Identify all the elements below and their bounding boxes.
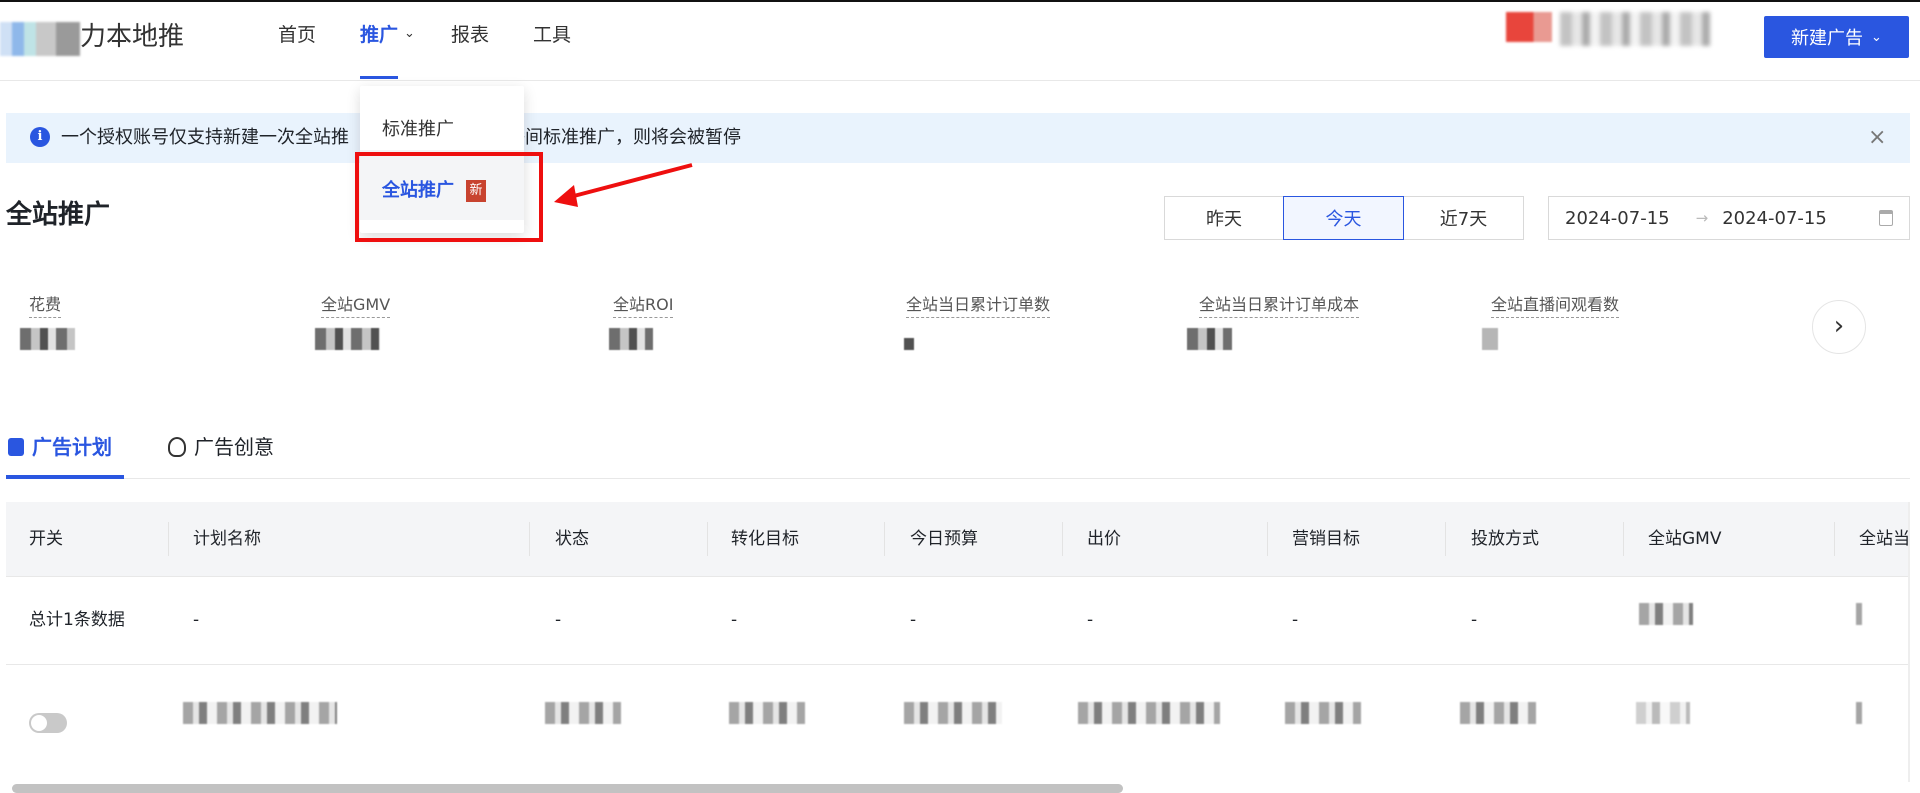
summary-cell: -	[555, 610, 562, 630]
info-icon: i	[30, 127, 50, 147]
summary-cell: -	[1292, 610, 1299, 630]
col-conversion-goal[interactable]: 转化目标	[731, 527, 799, 551]
redacted-value	[315, 328, 380, 350]
column-divider	[168, 522, 169, 556]
column-divider	[1445, 522, 1446, 556]
column-divider	[1834, 522, 1835, 556]
page-title: 全站推广	[6, 200, 111, 230]
chevron-right-icon: ›	[1833, 311, 1845, 341]
menu-item-standard-promotion[interactable]: 标准推广	[382, 117, 454, 143]
tab-label: 广告创意	[194, 435, 274, 459]
new-ad-label: 新建广告	[1791, 28, 1864, 49]
nav-promotion[interactable]: 推广	[360, 22, 398, 48]
range-today[interactable]: 今天	[1283, 196, 1404, 240]
brand-name: 力本地推	[80, 22, 185, 52]
redacted-value	[1856, 702, 1862, 724]
chevron-down-icon: ⌄	[1871, 29, 1882, 45]
plan-toggle-switch[interactable]	[29, 713, 67, 733]
column-divider	[884, 522, 885, 556]
tab-active-indicator	[6, 475, 124, 479]
window-top-border	[0, 0, 1920, 2]
lightbulb-icon	[168, 437, 186, 457]
col-delivery-method[interactable]: 投放方式	[1471, 527, 1539, 551]
tab-ad-creatives[interactable]: 广告创意	[168, 433, 274, 461]
header-divider	[0, 80, 1920, 81]
redacted-value	[20, 328, 75, 350]
nav-tools[interactable]: 工具	[533, 22, 571, 48]
close-icon[interactable]: ×	[1868, 124, 1886, 152]
date-separator: →	[1695, 209, 1709, 227]
redacted-value	[1078, 702, 1220, 724]
redacted-value	[1187, 328, 1232, 350]
metric-roi-label: 全站ROI	[613, 294, 674, 318]
date-end: 2024-07-15	[1722, 207, 1827, 229]
fixed-column-shadow	[1908, 502, 1910, 782]
column-divider	[707, 522, 708, 556]
annotation-highlight-box	[355, 152, 543, 242]
logo-icon	[0, 22, 80, 56]
redacted-value	[609, 328, 653, 350]
horizontal-scrollbar[interactable]	[12, 784, 1123, 793]
col-bid[interactable]: 出价	[1087, 527, 1121, 551]
date-range-picker[interactable]: 2024-07-15 → 2024-07-15	[1548, 196, 1910, 240]
range-yesterday[interactable]: 昨天	[1164, 196, 1284, 240]
tab-label: 广告计划	[32, 435, 112, 459]
metric-cost-label: 花费	[29, 294, 62, 318]
summary-label: 总计1条数据	[29, 610, 125, 630]
metric-gmv-label: 全站GMV	[321, 294, 391, 318]
summary-cell: -	[1087, 610, 1094, 630]
metric-live-views-label: 全站直播间观看数	[1491, 294, 1620, 318]
summary-cell: -	[910, 610, 917, 630]
tabs-divider	[6, 478, 1910, 479]
redacted-value	[904, 702, 1002, 724]
column-divider	[529, 522, 530, 556]
redacted-value	[1285, 702, 1361, 724]
chevron-down-icon[interactable]: ⌄	[404, 26, 415, 41]
tab-ad-plans[interactable]: 广告计划	[8, 433, 112, 461]
date-start: 2024-07-15	[1565, 207, 1670, 229]
column-divider	[1623, 522, 1624, 556]
redacted-value	[1460, 702, 1536, 724]
redacted-value	[729, 702, 805, 724]
annotation-arrow-icon	[554, 163, 693, 207]
redacted-value	[545, 702, 621, 724]
avatar[interactable]	[1506, 12, 1552, 42]
calendar-icon	[1879, 210, 1893, 226]
redacted-value	[1636, 702, 1690, 724]
redacted-value	[904, 338, 914, 350]
range-last-7-days[interactable]: 近7天	[1403, 196, 1524, 240]
calendar-icon	[8, 438, 24, 456]
col-daily-budget[interactable]: 今日预算	[910, 527, 978, 551]
column-divider	[1267, 522, 1268, 556]
redacted-value	[1639, 603, 1693, 625]
metric-order-cost-label: 全站当日累计订单成本	[1199, 294, 1360, 318]
metrics-next-button[interactable]: ›	[1812, 300, 1866, 354]
row-divider	[6, 664, 1910, 665]
redacted-value	[1482, 328, 1498, 350]
summary-cell: -	[193, 610, 200, 630]
nav-reports[interactable]: 报表	[451, 22, 489, 48]
col-plan-name[interactable]: 计划名称	[193, 527, 261, 551]
metric-orders-label: 全站当日累计订单数	[906, 294, 1051, 318]
nav-active-indicator	[360, 76, 398, 79]
account-name-redacted[interactable]	[1560, 12, 1710, 46]
redacted-value[interactable]	[183, 702, 337, 724]
col-gmv[interactable]: 全站GMV	[1648, 527, 1721, 551]
col-marketing-goal[interactable]: 营销目标	[1292, 527, 1360, 551]
col-switch: 开关	[29, 529, 63, 549]
new-ad-button[interactable]: 新建广告 ⌄	[1764, 16, 1909, 58]
alert-text-left: 一个授权账号仅支持新建一次全站推	[61, 127, 349, 148]
nav-home[interactable]: 首页	[278, 22, 316, 48]
row-divider	[6, 576, 1910, 577]
col-status[interactable]: 状态	[555, 527, 589, 551]
summary-cell: -	[1471, 610, 1478, 630]
column-divider	[1062, 522, 1063, 556]
summary-cell: -	[731, 610, 738, 630]
redacted-value	[1856, 603, 1862, 625]
col-truncated[interactable]: 全站当	[1859, 527, 1910, 551]
